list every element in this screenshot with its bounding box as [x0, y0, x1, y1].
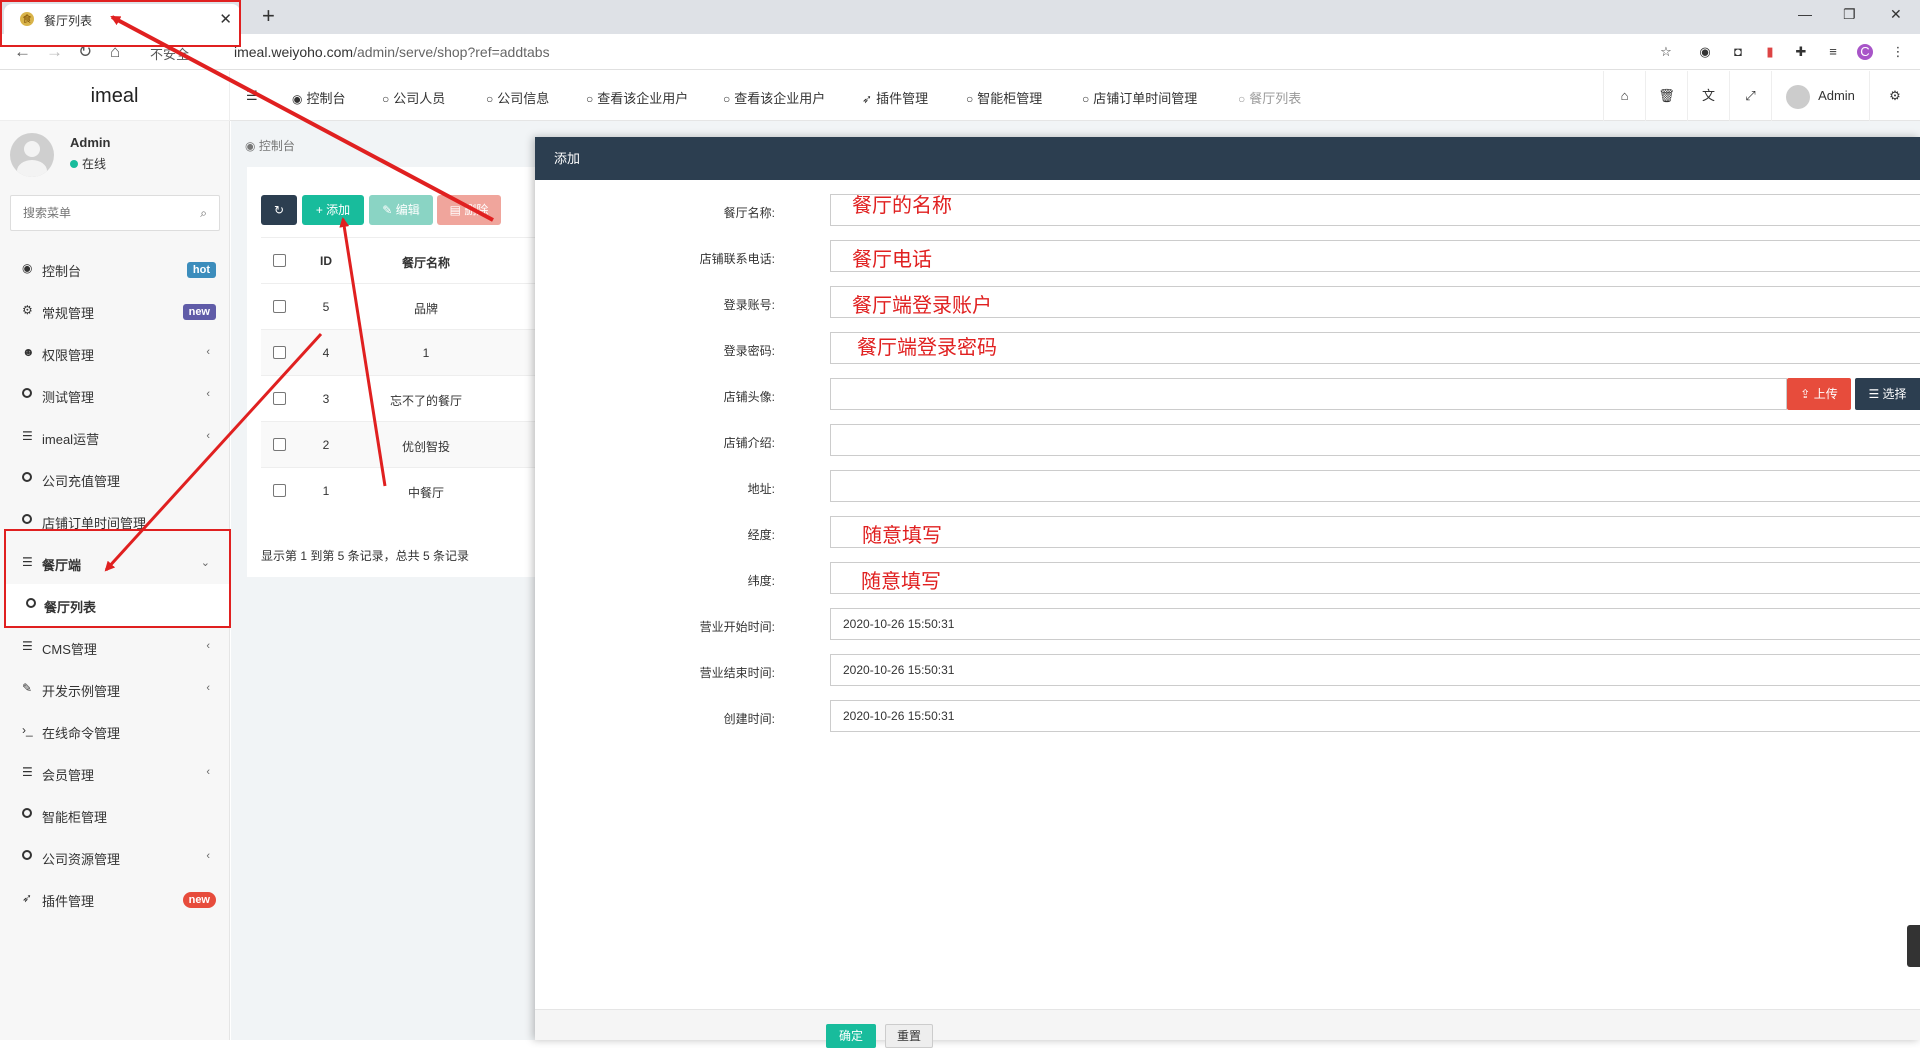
annotation-arrows: [104, 15, 494, 572]
annotation-arrow: [339, 217, 387, 487]
annotation-arrow: [104, 332, 323, 572]
annotation-arrow: [110, 15, 494, 222]
